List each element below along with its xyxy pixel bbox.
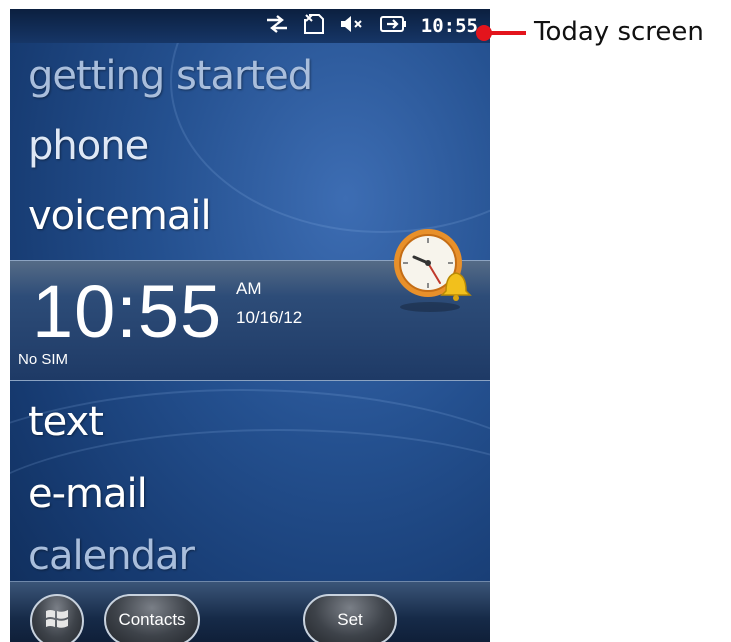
menu-item-email[interactable]: e-mail	[28, 471, 148, 517]
taskbar: Contacts Set	[10, 581, 490, 642]
sim-status: No SIM	[18, 351, 69, 368]
no-sim-icon[interactable]	[303, 13, 325, 39]
alarm-clock-icon[interactable]	[388, 225, 478, 315]
menu-item-text[interactable]: text	[28, 399, 104, 445]
menu-item-phone[interactable]: phone	[28, 123, 149, 169]
status-bar: 10:55	[10, 9, 490, 43]
device-screen: 10:55 getting started phone voicemail 10…	[10, 9, 490, 642]
menu-item-getting-started[interactable]: getting started	[28, 53, 313, 99]
clock-time: 10:55	[32, 270, 223, 353]
menu-item-calendar[interactable]: calendar	[28, 533, 195, 579]
annotation-label: Today screen	[534, 17, 704, 47]
annotation-leader-line	[490, 31, 526, 35]
battery-charging-icon[interactable]	[379, 14, 407, 38]
set-softkey[interactable]: Set	[303, 594, 397, 642]
status-time[interactable]: 10:55	[421, 15, 478, 37]
clock-date: 10/16/12	[236, 308, 303, 327]
windows-logo-icon	[43, 605, 71, 638]
status-icons: 10:55	[265, 9, 478, 43]
menu-item-voicemail[interactable]: voicemail	[28, 193, 212, 239]
speaker-muted-icon[interactable]	[339, 14, 365, 38]
clock-ampm: AM	[236, 279, 262, 298]
sync-arrows-icon[interactable]	[265, 14, 289, 38]
start-button[interactable]	[30, 594, 84, 642]
contacts-softkey[interactable]: Contacts	[104, 594, 200, 642]
